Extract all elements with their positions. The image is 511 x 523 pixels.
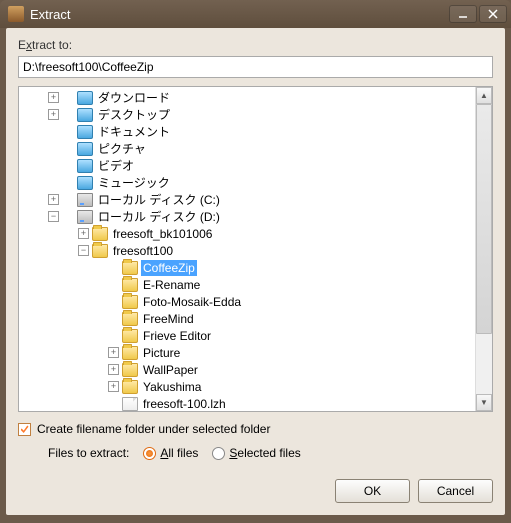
spacer-icon [106, 328, 121, 343]
titlebar: Extract [0, 0, 511, 28]
expand-icon[interactable] [106, 379, 121, 394]
file-icon [122, 397, 138, 411]
scroll-down-button[interactable]: ▼ [476, 394, 492, 411]
spacer-icon [46, 124, 61, 139]
extract-dialog: Extract Extract to: ダウンロード デスクトップ ドキュメント… [0, 0, 511, 523]
expand-icon[interactable] [46, 90, 61, 105]
folder-icon [77, 142, 93, 156]
extract-to-label: Extract to: [18, 38, 493, 52]
spacer-icon [106, 294, 121, 309]
scroll-thumb[interactable] [476, 104, 492, 334]
tree-item-picture[interactable]: Picture [21, 344, 492, 361]
expand-icon[interactable] [46, 192, 61, 207]
create-folder-checkbox-row[interactable]: Create filename folder under selected fo… [18, 422, 493, 436]
expand-icon[interactable] [106, 362, 121, 377]
tree-item-erename[interactable]: E-Rename [21, 276, 492, 293]
folder-icon [122, 295, 138, 309]
tree-item-freemind[interactable]: FreeMind [21, 310, 492, 327]
folder-icon [122, 346, 138, 360]
cancel-button[interactable]: Cancel [418, 479, 493, 503]
create-folder-label: Create filename folder under selected fo… [37, 422, 270, 436]
folder-icon [122, 312, 138, 326]
window-title: Extract [30, 7, 447, 22]
expand-icon[interactable] [76, 226, 91, 241]
scroll-up-button[interactable]: ▲ [476, 87, 492, 104]
tree-item-videos[interactable]: ビデオ [21, 157, 492, 174]
radio-selected-files[interactable]: Selected files [212, 446, 300, 460]
close-button[interactable] [479, 5, 507, 23]
tree-item-disk-d[interactable]: ローカル ディスク (D:) [21, 208, 492, 225]
ok-button[interactable]: OK [335, 479, 410, 503]
app-icon [8, 6, 24, 22]
folder-tree: ダウンロード デスクトップ ドキュメント ピクチャ ビデオ ミュージック ローカ… [18, 86, 493, 412]
tree-scroll-area[interactable]: ダウンロード デスクトップ ドキュメント ピクチャ ビデオ ミュージック ローカ… [19, 87, 492, 411]
folder-icon [77, 91, 93, 105]
create-folder-checkbox[interactable] [18, 423, 31, 436]
spacer-icon [46, 158, 61, 173]
tree-item-coffeezip[interactable]: CoffeeZip [21, 259, 492, 276]
tree-item-downloads[interactable]: ダウンロード [21, 89, 492, 106]
dialog-buttons: OK Cancel [335, 479, 493, 503]
tree-scrollbar[interactable]: ▲ ▼ [475, 87, 492, 411]
files-to-extract-label: Files to extract: [48, 446, 129, 460]
expand-icon[interactable] [106, 345, 121, 360]
disk-icon [77, 210, 93, 224]
tree-item-pictures[interactable]: ピクチャ [21, 140, 492, 157]
expand-icon[interactable] [46, 107, 61, 122]
folder-icon [92, 227, 108, 241]
spacer-icon [106, 277, 121, 292]
folder-icon [122, 278, 138, 292]
tree-item-lzh-file[interactable]: freesoft-100.lzh [21, 395, 492, 411]
folder-icon [77, 125, 93, 139]
folder-icon [92, 244, 108, 258]
folder-icon [122, 380, 138, 394]
tree-item-yakushima[interactable]: Yakushima [21, 378, 492, 395]
tree-item-disk-c[interactable]: ローカル ディスク (C:) [21, 191, 492, 208]
extract-path-input[interactable] [18, 56, 493, 78]
spacer-icon [106, 260, 121, 275]
tree-item-fotomosaik[interactable]: Foto-Mosaik-Edda [21, 293, 492, 310]
spacer-icon [106, 311, 121, 326]
radio-icon[interactable] [143, 447, 156, 460]
disk-icon [77, 193, 93, 207]
spacer-icon [46, 175, 61, 190]
folder-icon [77, 176, 93, 190]
spacer-icon [46, 141, 61, 156]
folder-icon [122, 329, 138, 343]
tree-item-frieve[interactable]: Frieve Editor [21, 327, 492, 344]
folder-icon [122, 261, 138, 275]
tree-item-music[interactable]: ミュージック [21, 174, 492, 191]
tree-item-freesoft-bk[interactable]: freesoft_bk101006 [21, 225, 492, 242]
folder-icon [122, 363, 138, 377]
tree-item-wallpaper[interactable]: WallPaper [21, 361, 492, 378]
folder-icon [77, 159, 93, 173]
radio-icon[interactable] [212, 447, 225, 460]
radio-all-files[interactable]: All files [143, 446, 198, 460]
folder-icon [77, 108, 93, 122]
collapse-icon[interactable] [76, 243, 91, 258]
dialog-content: Extract to: ダウンロード デスクトップ ドキュメント ピクチャ ビデ… [6, 28, 505, 515]
collapse-icon[interactable] [46, 209, 61, 224]
tree-item-documents[interactable]: ドキュメント [21, 123, 492, 140]
minimize-button[interactable] [449, 5, 477, 23]
tree-item-desktop[interactable]: デスクトップ [21, 106, 492, 123]
spacer-icon [106, 396, 121, 411]
files-to-extract-row: Files to extract: All files Selected fil… [18, 446, 493, 460]
tree-item-freesoft100[interactable]: freesoft100 [21, 242, 492, 259]
